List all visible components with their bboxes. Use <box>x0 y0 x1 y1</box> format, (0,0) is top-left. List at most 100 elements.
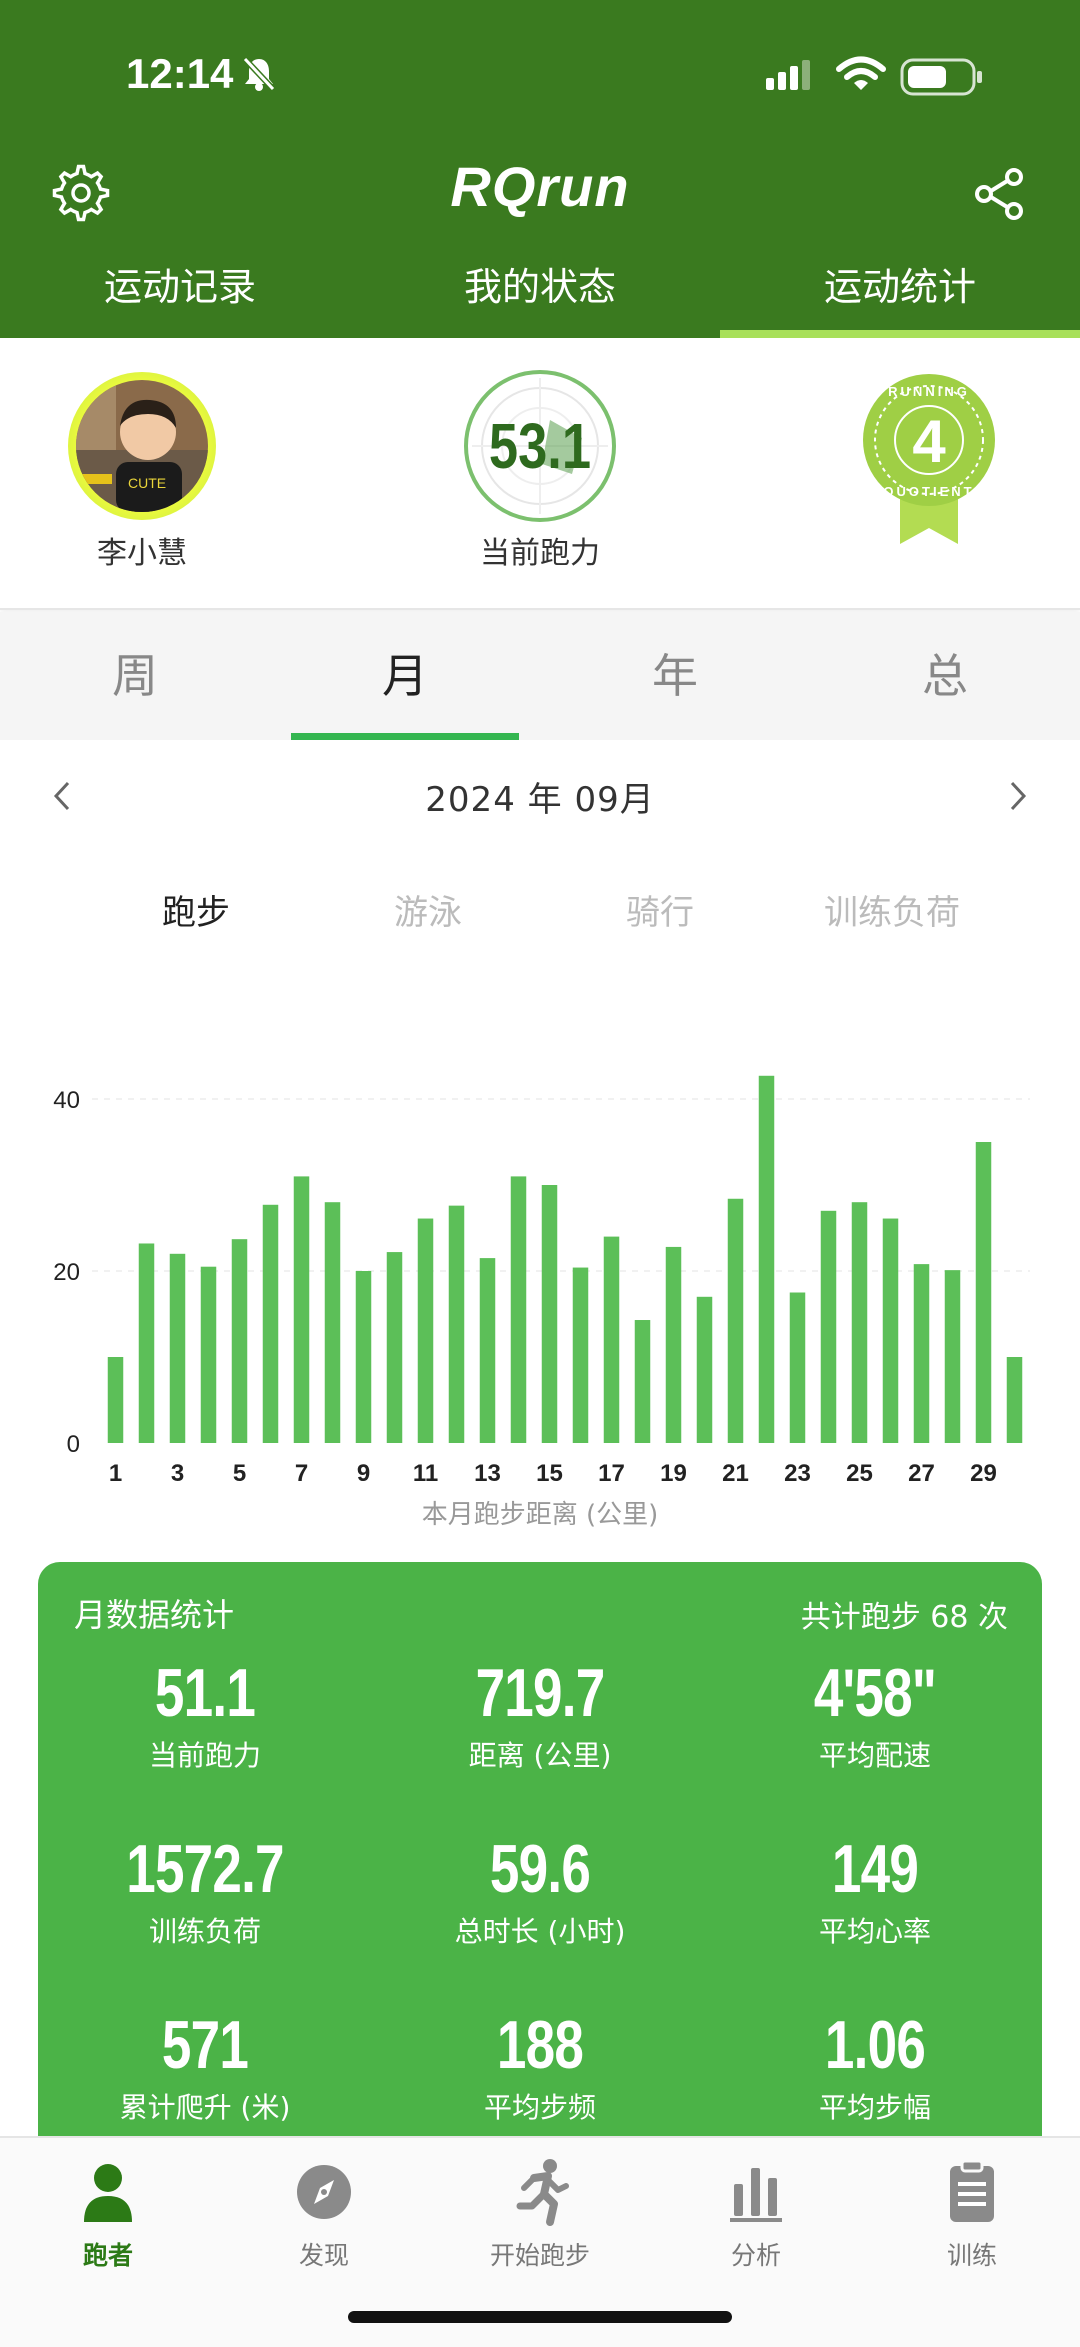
sport-tab-cycling[interactable]: 骑行 <box>544 885 776 945</box>
bar-day-30[interactable] <box>1006 1357 1023 1443</box>
sport-tab-training-load[interactable]: 训练负荷 <box>776 885 1008 945</box>
nav-label: 训练 <box>946 2241 997 2270</box>
tab-month[interactable]: 月 <box>270 612 540 740</box>
x-tick-label: 21 <box>722 1460 749 1487</box>
bar-day-11[interactable] <box>417 1218 434 1443</box>
stat-avg-cadence: 188 平均步频 <box>373 2006 707 2126</box>
tab-exercise-statistics[interactable]: 运动统计 <box>720 256 1080 338</box>
nav-discover[interactable]: 发现 <box>216 2156 432 2272</box>
running-power-label: 当前跑力 <box>480 536 600 571</box>
bar-day-27[interactable] <box>913 1264 930 1443</box>
tab-exercise-records[interactable]: 运动记录 <box>0 256 360 338</box>
bar-day-25[interactable] <box>851 1202 868 1443</box>
svg-text:CUTE: CUTE <box>128 475 166 491</box>
bar-day-10[interactable] <box>386 1252 403 1443</box>
y-tick-label: 0 <box>67 1431 80 1458</box>
home-indicator[interactable] <box>348 2311 732 2323</box>
status-time: 12:14 <box>126 50 234 97</box>
stat-value: 1572.7 <box>126 1831 284 1907</box>
bar-day-7[interactable] <box>293 1176 310 1443</box>
bar-day-12[interactable] <box>448 1205 465 1443</box>
stat-label: 平均步频 <box>483 2091 596 2124</box>
bar-day-5[interactable] <box>231 1239 248 1443</box>
period-tabs: 周 月 年 总 <box>0 612 1080 740</box>
avatar-glow[interactable]: CUTE <box>68 372 216 520</box>
chevron-right-icon[interactable] <box>1006 780 1030 812</box>
bar-day-14[interactable] <box>510 1176 527 1443</box>
share-icon[interactable] <box>972 166 1028 222</box>
stat-label: 训练负荷 <box>148 1915 261 1948</box>
bar-day-21[interactable] <box>727 1198 744 1443</box>
stat-value: 188 <box>496 2007 584 2083</box>
stat-value: 4'58" <box>813 1655 937 1731</box>
running-power-badge[interactable]: 53.1 <box>462 368 618 524</box>
tab-year[interactable]: 年 <box>540 612 810 740</box>
bar-day-22[interactable] <box>758 1075 775 1443</box>
bell-muted-icon <box>242 56 276 92</box>
monthly-running-distance-chart: 020401 3 5 7 9 11 13 15 17 19 21 23 25 27 29 <box>53 1075 1030 1487</box>
sport-tab-swimming[interactable]: 游泳 <box>312 885 544 945</box>
nav-label: 开始跑步 <box>489 2241 590 2270</box>
bar-day-2[interactable] <box>138 1243 155 1443</box>
stats-card-title: 月数据统计 <box>74 1596 235 1634</box>
bar-day-4[interactable] <box>200 1266 217 1443</box>
stat-label: 距离 (公里) <box>468 1739 612 1772</box>
running-quotient-medal-icon[interactable]: 4 RUNNING QUOTIENT <box>856 372 1002 548</box>
stat-label: 累计爬升 (米) <box>119 2091 291 2124</box>
svg-text:QUOTIENT: QUOTIENT <box>883 484 974 499</box>
bar-day-29[interactable] <box>975 1142 992 1443</box>
bar-day-13[interactable] <box>479 1258 496 1443</box>
running-power-value: 53.1 <box>489 411 591 482</box>
bar-day-24[interactable] <box>820 1210 837 1443</box>
bar-day-23[interactable] <box>789 1292 806 1444</box>
chart-caption: 本月跑步距离 (公里) <box>421 1500 659 1530</box>
x-tick-label: 23 <box>784 1460 811 1487</box>
nav-analysis[interactable]: 分析 <box>648 2156 864 2272</box>
wifi-icon <box>836 56 886 90</box>
stat-distance: 719.7 距离 (公里) <box>373 1654 707 1774</box>
bar-day-19[interactable] <box>665 1246 682 1443</box>
bar-day-9[interactable] <box>355 1271 372 1443</box>
stat-value: 149 <box>831 1831 919 1907</box>
x-tick-label: 5 <box>233 1460 246 1487</box>
x-tick-label: 25 <box>846 1460 873 1487</box>
nav-training[interactable]: 训练 <box>864 2156 1080 2272</box>
bar-day-20[interactable] <box>696 1296 713 1443</box>
main-tabs: 运动记录 我的状态 运动统计 <box>0 256 1080 338</box>
bar-day-16[interactable] <box>572 1267 589 1443</box>
x-tick-label: 11 <box>413 1460 438 1487</box>
stat-label: 平均步幅 <box>818 2091 931 2124</box>
x-tick-label: 19 <box>660 1460 687 1487</box>
x-tick-label: 7 <box>295 1460 308 1487</box>
avatar-photo: CUTE <box>76 380 208 512</box>
nav-start-running[interactable]: 开始跑步 <box>432 2156 648 2272</box>
stat-total-ascent: 571 累计爬升 (米) <box>38 2006 372 2126</box>
month-label: 2024 年 09月 <box>425 780 655 820</box>
stat-value: 571 <box>161 2007 249 2083</box>
tab-total[interactable]: 总 <box>810 612 1080 740</box>
bar-day-17[interactable] <box>603 1236 620 1443</box>
x-tick-label: 13 <box>474 1460 501 1487</box>
bar-day-8[interactable] <box>324 1202 341 1443</box>
bar-day-26[interactable] <box>882 1218 899 1443</box>
stat-value: 719.7 <box>475 1655 606 1731</box>
x-tick-label: 3 <box>171 1460 184 1487</box>
user-icon <box>84 2164 132 2222</box>
bar-day-28[interactable] <box>944 1270 961 1443</box>
cellular-signal-icon <box>766 60 810 90</box>
tab-week[interactable]: 周 <box>0 612 270 740</box>
bar-day-18[interactable] <box>634 1320 651 1443</box>
nav-runner[interactable]: 跑者 <box>0 2156 216 2272</box>
bar-day-6[interactable] <box>262 1204 279 1443</box>
header: 12:14 RQrun 运动记录 我的状态 运动统计 <box>0 0 1080 338</box>
stats-total-runs: 共计跑步 68 次 <box>800 1600 1008 1635</box>
sport-tab-running[interactable]: 跑步 <box>80 885 312 945</box>
bar-day-3[interactable] <box>169 1253 186 1443</box>
stat-value: 59.6 <box>489 1831 591 1907</box>
stat-value: 1.06 <box>824 2007 926 2083</box>
bar-day-15[interactable] <box>541 1185 558 1443</box>
stat-current-power: 51.1 当前跑力 <box>38 1654 372 1774</box>
stat-total-duration: 59.6 总时长 (小时) <box>373 1830 707 1950</box>
bar-day-1[interactable] <box>107 1357 124 1443</box>
tab-my-status[interactable]: 我的状态 <box>360 256 720 338</box>
